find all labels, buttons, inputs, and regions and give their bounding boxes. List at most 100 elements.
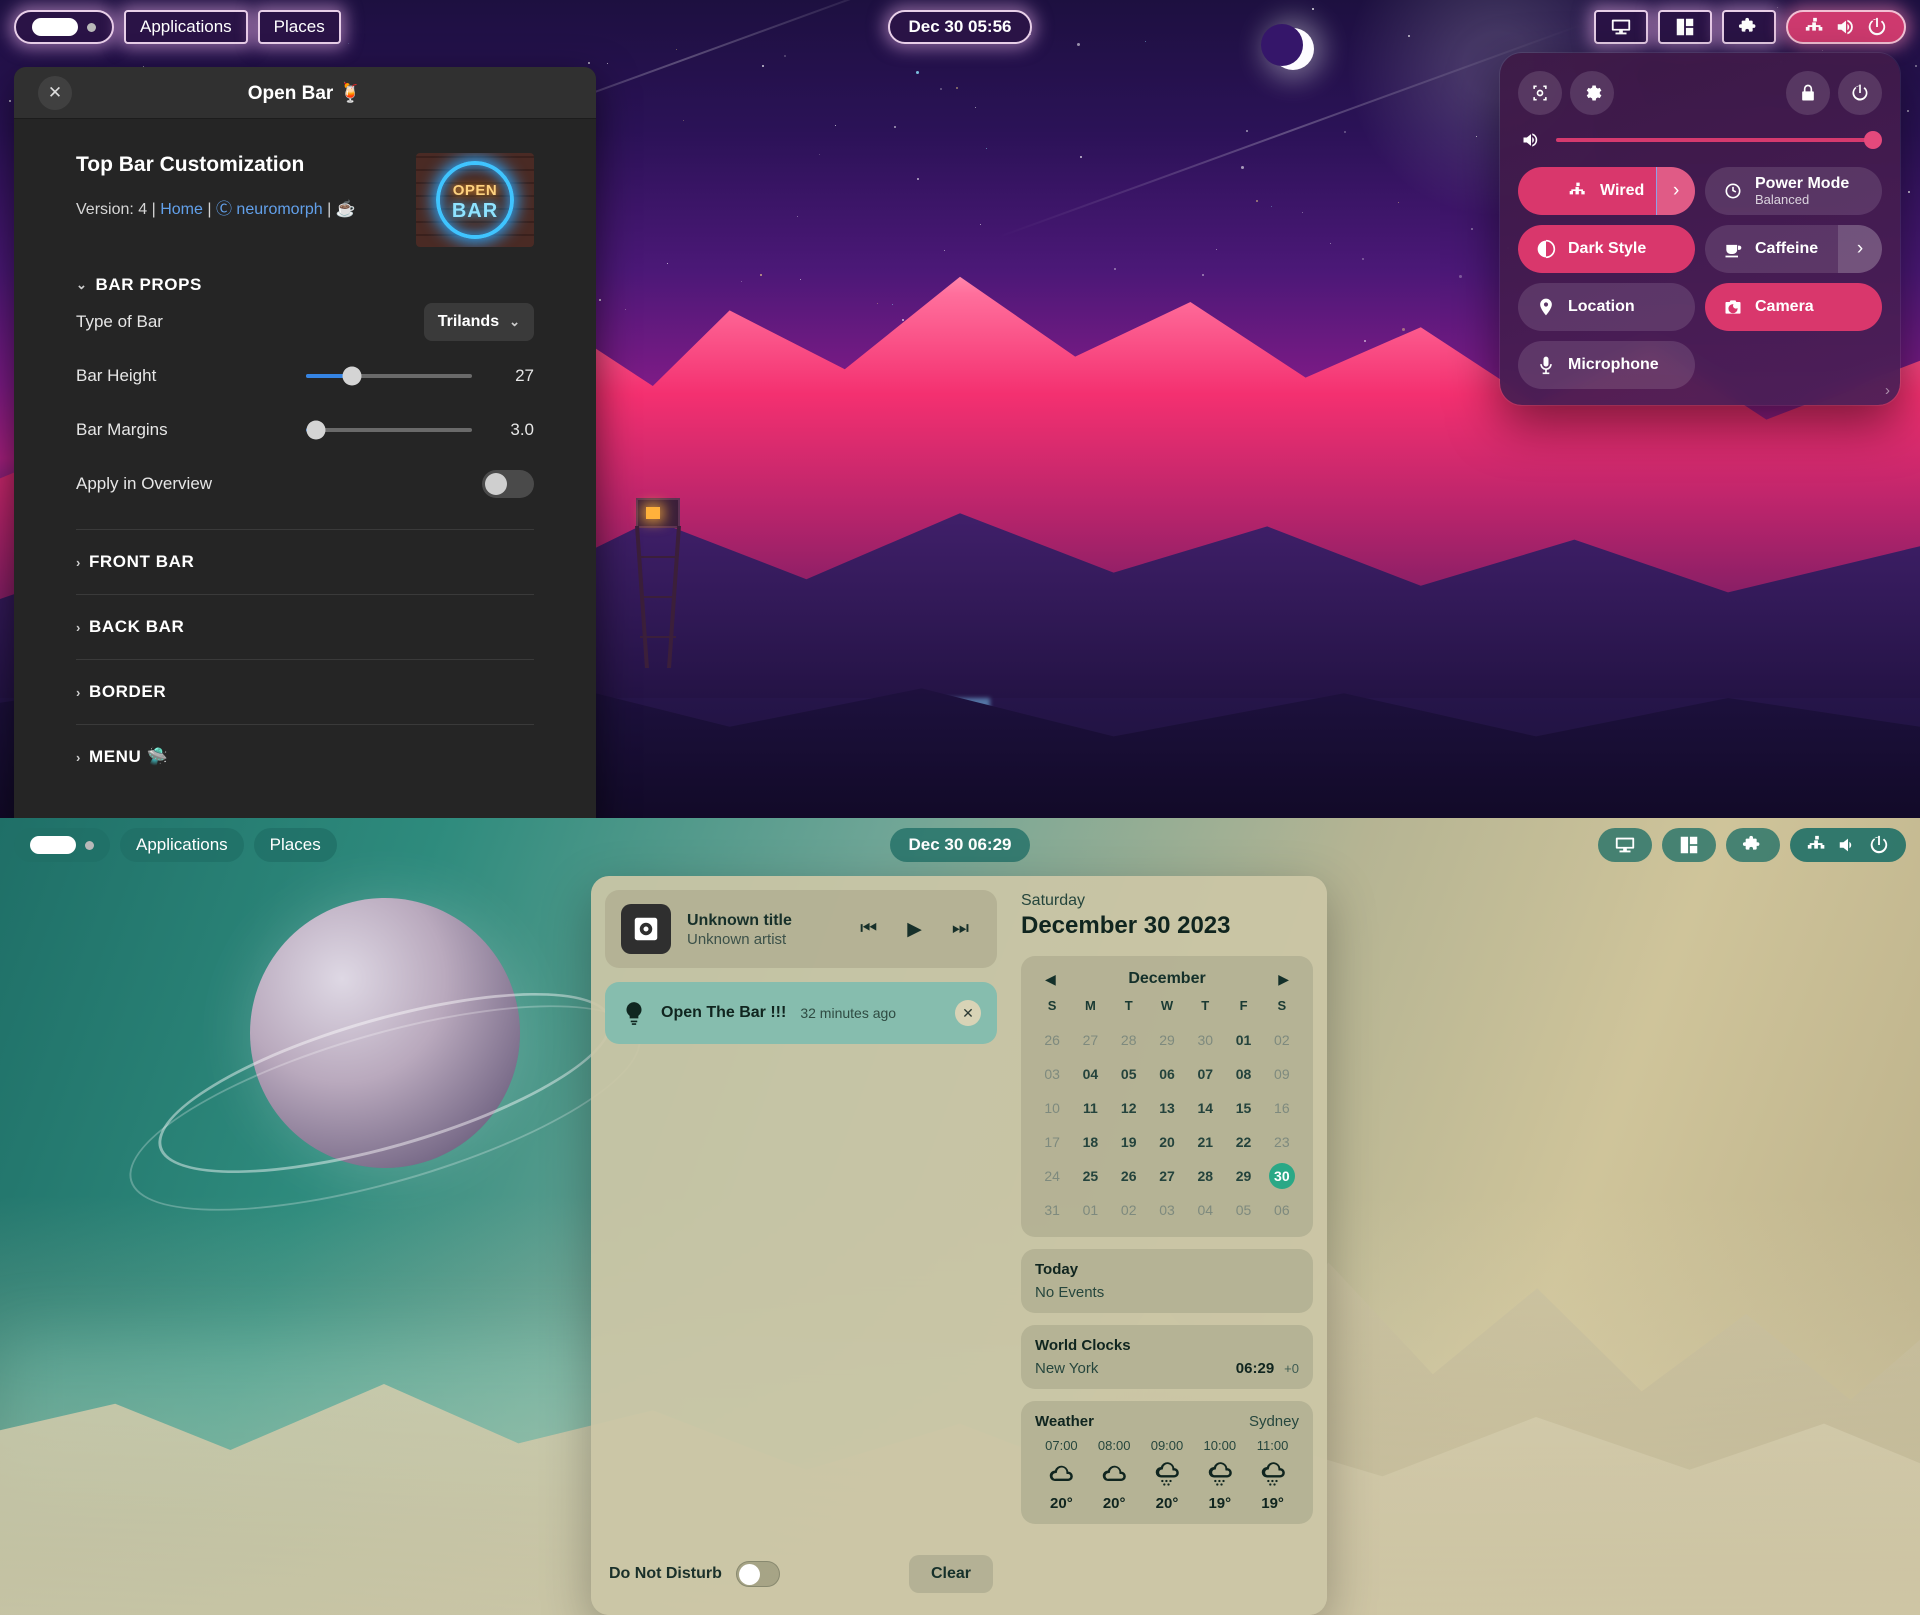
bottom-panel: Applications Places Dec 30 06:29 xyxy=(0,818,1920,872)
coffee-icon[interactable]: ☕ xyxy=(336,201,356,218)
places-menu-button[interactable]: Places xyxy=(258,10,341,44)
weather-card[interactable]: Weather Sydney 07:00 20° 08:00 20° 09:00… xyxy=(1021,1401,1313,1524)
calendar-day[interactable]: 03 xyxy=(1033,1061,1071,1087)
gear-icon[interactable] xyxy=(1570,71,1614,115)
window-layout-button[interactable] xyxy=(1662,828,1716,862)
close-icon[interactable]: ✕ xyxy=(955,1000,981,1026)
screenshot-icon[interactable] xyxy=(1518,71,1562,115)
calendar-day[interactable]: 23 xyxy=(1263,1129,1301,1155)
notification-item[interactable]: Open The Bar !!! 32 minutes ago ✕ xyxy=(605,982,997,1044)
activities-button[interactable] xyxy=(14,10,114,44)
bar-height-value: 27 xyxy=(488,366,534,386)
calendar-day[interactable]: 28 xyxy=(1110,1027,1148,1053)
calendar-day[interactable]: 29 xyxy=(1224,1163,1262,1189)
calendar-day[interactable]: 04 xyxy=(1071,1061,1109,1087)
system-status-button[interactable] xyxy=(1790,828,1906,862)
tile-wired[interactable]: Wired › xyxy=(1518,167,1695,215)
tile-arrow-wired[interactable]: › xyxy=(1656,167,1695,215)
chevron-right-icon: › xyxy=(76,620,81,635)
system-status-button[interactable] xyxy=(1786,10,1906,44)
chevron-right-icon[interactable]: › xyxy=(1885,382,1890,399)
calendar-day[interactable]: 27 xyxy=(1071,1027,1109,1053)
places-menu-button[interactable]: Places xyxy=(254,828,337,862)
tile-power-mode[interactable]: Power Mode Balanced xyxy=(1705,167,1882,215)
calendar-day[interactable]: 26 xyxy=(1110,1163,1148,1189)
display-button[interactable] xyxy=(1594,10,1648,44)
calendar-day[interactable]: 31 xyxy=(1033,1197,1071,1223)
tile-dark-style[interactable]: Dark Style xyxy=(1518,225,1695,273)
section-front-bar[interactable]: › FRONT BAR xyxy=(76,530,534,594)
type-of-bar-dropdown[interactable]: Trilands ⌄ xyxy=(424,303,534,341)
power-icon[interactable] xyxy=(1838,71,1882,115)
calendar-day[interactable]: 26 xyxy=(1033,1027,1071,1053)
calendar-day[interactable]: 06 xyxy=(1263,1197,1301,1223)
section-border[interactable]: › BORDER xyxy=(76,660,534,724)
calendar-day[interactable]: 03 xyxy=(1148,1197,1186,1223)
date-menu-button[interactable]: Dec 30 06:29 xyxy=(890,828,1029,862)
calendar-day[interactable]: 05 xyxy=(1224,1197,1262,1223)
extensions-button[interactable] xyxy=(1726,828,1780,862)
calendar-day[interactable]: 13 xyxy=(1148,1095,1186,1121)
apply-in-overview-toggle[interactable] xyxy=(482,470,534,498)
calendar-day[interactable]: 19 xyxy=(1110,1129,1148,1155)
activities-button[interactable] xyxy=(14,828,110,862)
calendar-day[interactable]: 02 xyxy=(1263,1027,1301,1053)
date-menu-button[interactable]: Dec 30 05:56 xyxy=(888,10,1031,44)
calendar-day[interactable]: 24 xyxy=(1033,1163,1071,1189)
calendar-day[interactable]: 05 xyxy=(1110,1061,1148,1087)
tile-caffeine[interactable]: Caffeine › xyxy=(1705,225,1882,273)
calendar-weekday-header: T xyxy=(1186,998,1224,1019)
calendar-day[interactable]: 02 xyxy=(1110,1197,1148,1223)
calendar-day[interactable]: 14 xyxy=(1186,1095,1224,1121)
window-layout-button[interactable] xyxy=(1658,10,1712,44)
section-back-bar[interactable]: › BACK BAR xyxy=(76,595,534,659)
calendar-day[interactable]: 01 xyxy=(1071,1197,1109,1223)
lock-icon[interactable] xyxy=(1786,71,1830,115)
calendar-day[interactable]: 12 xyxy=(1110,1095,1148,1121)
media-next-button[interactable]: ⏭ xyxy=(952,918,969,940)
applications-menu-button[interactable]: Applications xyxy=(124,10,248,44)
tile-arrow-caffeine[interactable]: › xyxy=(1838,225,1882,273)
author-link[interactable]: Ⓒ neuromorph xyxy=(216,201,323,218)
tile-location[interactable]: Location xyxy=(1518,283,1695,331)
calendar-day[interactable]: 20 xyxy=(1148,1129,1186,1155)
calendar-day[interactable]: 29 xyxy=(1148,1027,1186,1053)
calendar-day[interactable]: 16 xyxy=(1263,1095,1301,1121)
calendar-day[interactable]: 30 xyxy=(1263,1163,1301,1189)
calendar-day[interactable]: 06 xyxy=(1148,1061,1186,1087)
calendar-day[interactable]: 15 xyxy=(1224,1095,1262,1121)
do-not-disturb-toggle[interactable] xyxy=(736,1561,780,1587)
calendar-day[interactable]: 22 xyxy=(1224,1129,1262,1155)
section-header-bar-props[interactable]: ⌄ BAR PROPS xyxy=(76,275,534,295)
tile-microphone[interactable]: Microphone xyxy=(1518,341,1695,389)
section-menu[interactable]: › MENU 🛸 xyxy=(76,725,534,789)
media-play-button[interactable]: ▶ xyxy=(907,918,922,941)
calendar-day[interactable]: 27 xyxy=(1148,1163,1186,1189)
close-icon[interactable]: ✕ xyxy=(38,76,72,110)
display-button[interactable] xyxy=(1598,828,1652,862)
calendar-day[interactable]: 08 xyxy=(1224,1061,1262,1087)
bar-margins-slider[interactable] xyxy=(306,428,472,432)
calendar-prev-month-button[interactable]: ◀ xyxy=(1045,971,1056,988)
calendar-next-month-button[interactable]: ▶ xyxy=(1278,971,1289,988)
calendar-day[interactable]: 25 xyxy=(1071,1163,1109,1189)
media-prev-button[interactable]: ⏮ xyxy=(860,918,877,940)
calendar-day[interactable]: 07 xyxy=(1186,1061,1224,1087)
calendar-day[interactable]: 09 xyxy=(1263,1061,1301,1087)
calendar-day[interactable]: 04 xyxy=(1186,1197,1224,1223)
applications-menu-button[interactable]: Applications xyxy=(120,828,244,862)
bar-height-slider[interactable] xyxy=(306,374,472,378)
home-link[interactable]: Home xyxy=(160,201,203,218)
calendar-day[interactable]: 01 xyxy=(1224,1027,1262,1053)
calendar-day[interactable]: 17 xyxy=(1033,1129,1071,1155)
calendar-day[interactable]: 21 xyxy=(1186,1129,1224,1155)
calendar-day[interactable]: 28 xyxy=(1186,1163,1224,1189)
calendar-day[interactable]: 11 xyxy=(1071,1095,1109,1121)
calendar-day[interactable]: 30 xyxy=(1186,1027,1224,1053)
calendar-day[interactable]: 18 xyxy=(1071,1129,1109,1155)
extensions-button[interactable] xyxy=(1722,10,1776,44)
tile-camera[interactable]: Camera xyxy=(1705,283,1882,331)
clear-button[interactable]: Clear xyxy=(909,1555,993,1593)
volume-slider[interactable] xyxy=(1556,138,1880,142)
calendar-day[interactable]: 10 xyxy=(1033,1095,1071,1121)
